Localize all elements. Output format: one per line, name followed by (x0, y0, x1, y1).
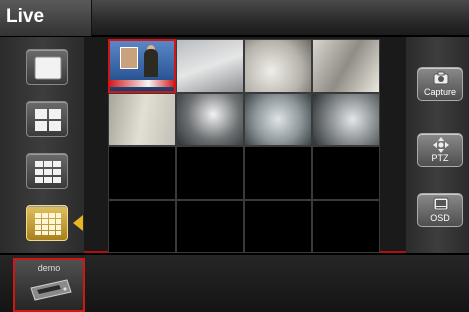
camera-cell-15[interactable] (244, 199, 312, 253)
camera-cell-12[interactable] (312, 146, 380, 200)
ptz-button[interactable]: PTZ (417, 133, 463, 167)
ptz-arrows-icon (433, 137, 449, 153)
nine-view-icon (35, 161, 61, 183)
camera-cell-13[interactable] (108, 199, 176, 253)
camera-cell-1[interactable] (108, 39, 176, 93)
feed-portrait (120, 47, 138, 69)
camera-cell-7[interactable] (244, 92, 312, 146)
layout-sixteen-button[interactable] (26, 205, 68, 241)
osd-button[interactable]: OSD (417, 193, 463, 227)
feed-ticker (110, 79, 174, 87)
device-bar: demo (0, 255, 469, 312)
live-view-area: Capture PTZ OSD (0, 37, 469, 253)
camera-cell-14[interactable] (176, 199, 244, 253)
camera-cell-9[interactable] (108, 146, 176, 200)
sixteen-view-icon (35, 213, 61, 235)
quad-view-icon (35, 109, 61, 131)
camera-cell-11[interactable] (244, 146, 312, 200)
action-toolbar: Capture PTZ OSD (406, 37, 469, 253)
layout-toolbar (0, 37, 84, 253)
single-view-icon (34, 56, 62, 80)
active-layout-indicator (73, 215, 83, 231)
capture-button[interactable]: Capture (417, 67, 463, 101)
capture-label: Capture (423, 87, 457, 97)
title-tab: Live (0, 0, 92, 36)
camera-cell-4[interactable] (312, 39, 380, 93)
osd-label: OSD (430, 213, 450, 223)
camera-grid (108, 39, 380, 253)
device-name: demo (37, 263, 61, 273)
camera-cell-8[interactable] (312, 92, 380, 146)
layout-quad-button[interactable] (26, 101, 68, 137)
osd-screen-icon (433, 197, 449, 211)
camera-cell-2[interactable] (176, 39, 244, 93)
title-bar: Live (0, 0, 469, 36)
camera-cell-6[interactable] (176, 92, 244, 146)
feed-presenter (144, 49, 158, 77)
ptz-label: PTZ (431, 153, 449, 163)
camera-cell-5[interactable] (108, 92, 176, 146)
layout-nine-button[interactable] (26, 153, 68, 189)
layout-single-button[interactable] (26, 49, 68, 85)
camera-cell-10[interactable] (176, 146, 244, 200)
page-title: Live (6, 6, 45, 27)
camera-cell-3[interactable] (244, 39, 312, 93)
camera-cell-16[interactable] (312, 199, 380, 253)
camera-icon (433, 71, 449, 85)
device-item-demo[interactable]: demo (13, 258, 85, 312)
dvr-device-icon (30, 279, 72, 301)
